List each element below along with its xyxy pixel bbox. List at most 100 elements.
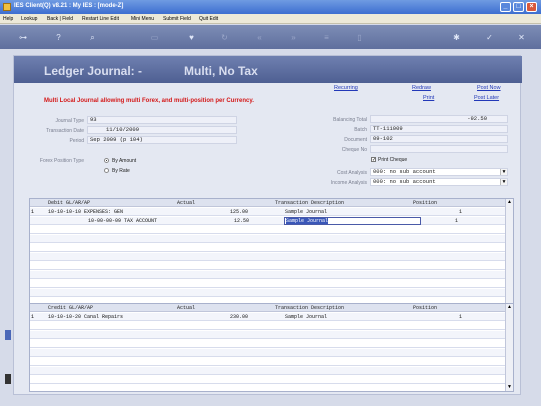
menu-help[interactable]: Help (3, 16, 13, 22)
app-icon (3, 3, 11, 11)
menu-quit-edit[interactable]: Quit Edit (199, 16, 218, 22)
title-bar: IES Client(Q) v8.21 : My IES : [mode-Z] … (0, 0, 541, 14)
table-row[interactable]: 1 10-10-10-20 Canal Repairs 230.00 Sampl… (30, 313, 506, 321)
menu-submit-field[interactable]: Submit Field (163, 16, 191, 22)
table-row[interactable]: 1 10-10-10-10 EXPENSES: GEN 125.00 Sampl… (30, 208, 506, 216)
table-row[interactable]: 10-00-00-09 TAX ACCOUNT 12.50 Sample Jou… (30, 217, 506, 225)
chevron-down-icon[interactable]: ▼ (500, 169, 507, 175)
ok-icon[interactable]: ✓ (485, 33, 494, 42)
print-link[interactable]: Print (423, 95, 434, 101)
table-row[interactable] (30, 226, 506, 234)
col-credit-gl: Credit GL/AR/AP (48, 305, 94, 311)
table-row[interactable] (30, 340, 506, 348)
credit-grid: Credit GL/AR/AP Actual Transaction Descr… (29, 303, 514, 392)
menu-mini-menu[interactable]: Mini Menu (131, 16, 154, 22)
col-transaction-description: Transaction Description (275, 305, 345, 311)
row-description: Sample Journal (285, 314, 328, 320)
journal-type-label: Journal Type (55, 118, 84, 124)
row-actual: 12.50 (234, 218, 250, 224)
maximize-button[interactable]: □ (513, 2, 524, 12)
credit-grid-scrollbar[interactable]: ▲ ▼ (505, 304, 513, 391)
col-debit-gl: Debit GL/AR/AP (48, 200, 91, 206)
menu-lookup[interactable]: Lookup (21, 16, 37, 22)
table-row[interactable] (30, 289, 506, 297)
table-row[interactable] (30, 349, 506, 357)
page-title: Ledger Journal: - (44, 64, 143, 78)
post-later-link[interactable]: Post Later (474, 95, 499, 101)
cheque-no-field[interactable] (370, 145, 508, 153)
description-edit-field[interactable]: Sample Journal (284, 217, 421, 225)
by-rate-radio[interactable] (104, 168, 109, 173)
col-actual: Actual (177, 200, 196, 206)
row-position: 1 (459, 314, 463, 320)
col-position: Position (413, 305, 438, 311)
redraw-link[interactable]: Redraw (412, 85, 431, 91)
table-row[interactable] (30, 253, 506, 261)
minimize-button[interactable]: _ (500, 2, 511, 12)
menu-back-field[interactable]: Back | Field (47, 16, 73, 22)
help-icon[interactable]: ? (54, 33, 63, 42)
transaction-date-field[interactable]: 11/10/2009 (87, 126, 237, 134)
balancing-total-field: -92.50 (370, 115, 508, 123)
by-amount-label: By Amount (112, 158, 137, 164)
chevron-down-icon[interactable]: ▼ (500, 179, 507, 185)
side-panel-button[interactable] (5, 330, 11, 340)
row-description: Sample Journal (285, 209, 328, 215)
table-row[interactable] (30, 262, 506, 270)
row-actual: 230.00 (230, 314, 249, 320)
close-button[interactable]: × (526, 2, 537, 12)
table-row[interactable] (30, 280, 506, 288)
table-row[interactable] (30, 367, 506, 375)
recurring-link[interactable]: Recurring (334, 85, 358, 91)
scroll-down-icon[interactable]: ▼ (506, 384, 513, 391)
cost-analysis-select[interactable]: 000: no sub account ▼ (370, 168, 508, 176)
forward-icon[interactable]: » (289, 33, 298, 42)
page-subtitle: Multi, No Tax (184, 64, 258, 78)
cancel-icon[interactable]: ✕ (517, 33, 526, 42)
col-transaction-description: Transaction Description (275, 200, 345, 206)
scroll-up-icon[interactable]: ▲ (506, 199, 513, 206)
forex-position-label: Forex Position Type (39, 158, 84, 164)
list-icon[interactable]: ≡ (322, 33, 331, 42)
table-row[interactable] (30, 244, 506, 252)
col-actual: Actual (177, 305, 196, 311)
post-now-link[interactable]: Post Now (477, 85, 501, 91)
row-actual: 125.00 (230, 209, 249, 215)
refresh-icon[interactable]: ↻ (220, 33, 229, 42)
document-icon[interactable]: ▯ (355, 33, 364, 42)
period-field[interactable]: Sep 2009 (p 104) (87, 136, 237, 144)
search-icon[interactable]: ⌕ (88, 33, 97, 42)
table-row[interactable] (30, 358, 506, 366)
balancing-total-label: Balancing Total (333, 117, 367, 123)
income-analysis-select[interactable]: 000: no sub account ▼ (370, 178, 508, 186)
journal-type-field[interactable]: 93 (87, 116, 237, 124)
key-icon[interactable]: ⊶ (12, 33, 34, 42)
table-row[interactable] (30, 235, 506, 243)
table-row[interactable] (30, 322, 506, 330)
print-cheque-checkbox[interactable]: ✓ (371, 157, 376, 163)
table-row[interactable] (30, 271, 506, 279)
favorite-icon[interactable]: ♥ (187, 33, 196, 42)
cheque-no-label: Cheque No (341, 147, 367, 153)
row-position: 1 (459, 209, 463, 215)
row-account: 10-10-10-20 Canal Repairs (48, 314, 124, 320)
row-number: 1 (31, 314, 35, 320)
back-icon[interactable]: « (255, 33, 264, 42)
menu-restart-line-edit[interactable]: Restart Line Edit (82, 16, 119, 22)
ledger-journal-panel: Ledger Journal: - Multi, No Tax Recurrin… (13, 55, 522, 395)
side-exit-button[interactable] (5, 374, 11, 384)
table-row[interactable] (30, 331, 506, 339)
document-label: Document (344, 137, 367, 143)
print-icon[interactable]: ▭ (150, 33, 159, 42)
row-number: 1 (31, 209, 35, 215)
period-label: Period (69, 138, 84, 144)
document-field[interactable]: 09-102 (370, 135, 508, 143)
table-row[interactable] (30, 376, 506, 384)
debit-grid-header: Debit GL/AR/AP Actual Transaction Descri… (30, 199, 513, 207)
print-cheque-label: Print Cheque (378, 157, 408, 163)
scroll-up-icon[interactable]: ▲ (506, 304, 513, 311)
by-rate-label: By Rate (112, 168, 130, 174)
by-amount-radio[interactable] (104, 158, 109, 163)
batch-field[interactable]: TT-111009 (370, 125, 508, 133)
settings-icon[interactable]: ✱ (452, 33, 461, 42)
